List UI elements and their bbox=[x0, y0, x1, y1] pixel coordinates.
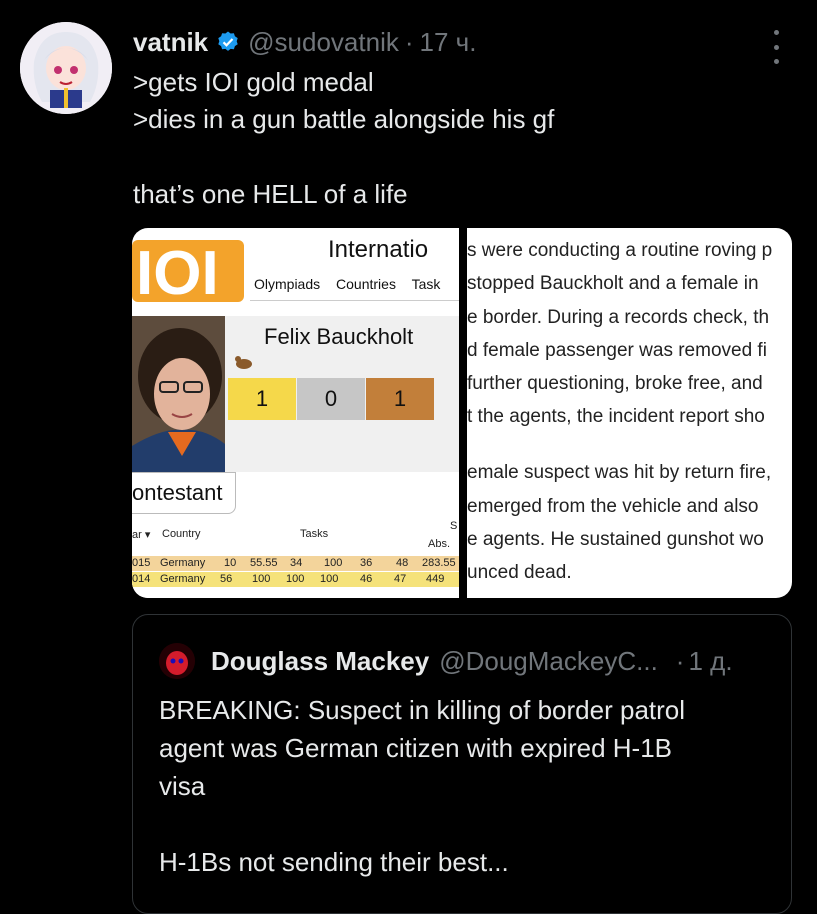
quote-line: H-1Bs not sending their best... bbox=[159, 847, 509, 877]
cell-task: 46 bbox=[360, 573, 373, 585]
quoted-author-handle[interactable]: @DougMackeyC... bbox=[439, 646, 658, 677]
col-tasks: Tasks bbox=[300, 528, 329, 540]
tweet-line: that’s one HELL of a life bbox=[133, 179, 408, 209]
site-title: Internatio bbox=[328, 236, 429, 263]
separator-dot: · bbox=[404, 26, 414, 57]
quoted-timestamp[interactable]: 1 д. bbox=[688, 646, 732, 677]
cell-task: 48 bbox=[396, 557, 409, 569]
cell-task: 100 bbox=[252, 573, 271, 585]
cell-task: 56 bbox=[220, 573, 233, 585]
tweet-header: vatnik @sudovatnik · 17 ч. bbox=[133, 26, 476, 58]
cell-country: Germany bbox=[160, 573, 206, 585]
tweet-line: >dies in a gun battle alongside his gf bbox=[133, 104, 555, 134]
quoted-tweet-header: Douglass Mackey @DougMackeyC... · 1 д. bbox=[211, 643, 733, 679]
quote-line: BREAKING: Suspect in killing of border p… bbox=[159, 695, 686, 725]
gold-medal-count: 1 bbox=[228, 378, 296, 420]
table-row: 014 Germany 56 100 100 100 46 47 449 bbox=[132, 572, 459, 587]
nav-olympiads: Olympiads bbox=[254, 276, 321, 292]
site-nav: Olympiads Countries Task bbox=[254, 276, 452, 292]
quote-line-blank bbox=[159, 805, 779, 843]
nav-countries: Countries bbox=[336, 276, 396, 292]
tweet-timestamp[interactable]: 17 ч. bbox=[420, 27, 477, 58]
report-line: t the agents, the incident report sho bbox=[467, 406, 765, 427]
author-avatar[interactable] bbox=[20, 22, 112, 114]
table-row: 015 Germany 10 55.55 34 100 36 48 283.55 bbox=[132, 556, 459, 571]
silver-medal-count: 0 bbox=[297, 378, 365, 420]
report-line: s were conducting a routine roving p bbox=[467, 240, 773, 261]
cell-abs: 449 bbox=[426, 573, 445, 585]
separator-dot: · bbox=[675, 645, 685, 676]
col-country: Country bbox=[162, 528, 201, 540]
author-handle[interactable]: @sudovatnik bbox=[248, 27, 399, 58]
tweet-media[interactable]: IOI Internatio Olympiads Countries Task … bbox=[132, 228, 792, 598]
report-line: e agents. He sustained gunshot wo bbox=[467, 529, 764, 550]
cell-year: 014 bbox=[132, 573, 151, 585]
report-line: d female passenger was removed fi bbox=[467, 340, 767, 361]
ioi-logo-text: IOI bbox=[136, 239, 219, 308]
cell-task: 55.55 bbox=[250, 557, 278, 569]
report-line: unced dead. bbox=[467, 562, 572, 583]
cell-task: 100 bbox=[320, 573, 339, 585]
col-abs: Abs. bbox=[428, 538, 451, 550]
verified-badge-icon bbox=[216, 30, 240, 54]
contestant-name: Felix Bauckholt bbox=[264, 324, 414, 349]
report-line: e border. During a records check, th bbox=[467, 307, 770, 328]
tweet-text: >gets IOI gold medal >dies in a gun batt… bbox=[133, 64, 773, 213]
contestant-label: ontestant bbox=[132, 480, 232, 510]
col-score: S bbox=[450, 520, 458, 532]
bronze-medal-count: 1 bbox=[366, 378, 434, 420]
quoted-author-avatar[interactable] bbox=[159, 643, 195, 679]
col-year: ar ▾ bbox=[132, 529, 151, 541]
cell-task: 100 bbox=[324, 557, 343, 569]
quoted-author-name[interactable]: Douglass Mackey bbox=[211, 646, 429, 677]
quoted-tweet[interactable]: Douglass Mackey @DougMackeyC... · 1 д. B… bbox=[132, 614, 792, 914]
cell-task: 47 bbox=[394, 573, 407, 585]
report-line: emale suspect was hit by return fire, bbox=[467, 462, 772, 483]
ioi-logo: IOI bbox=[132, 239, 244, 308]
incident-report-image[interactable]: s were conducting a routine roving p sto… bbox=[467, 228, 792, 598]
cell-abs: 283.55 bbox=[422, 557, 456, 569]
author-name[interactable]: vatnik bbox=[133, 27, 208, 58]
cell-task: 100 bbox=[286, 573, 305, 585]
quote-line: visa bbox=[159, 771, 206, 801]
report-line: emerged from the vehicle and also bbox=[467, 496, 759, 517]
nav-tasks: Task bbox=[411, 276, 441, 292]
cell-year: 015 bbox=[132, 557, 151, 569]
quoted-tweet-text: BREAKING: Suspect in killing of border p… bbox=[159, 691, 779, 881]
contestant-photo bbox=[132, 316, 225, 472]
report-line: further questioning, broke free, and bbox=[467, 373, 763, 394]
more-options-icon[interactable] bbox=[766, 30, 786, 64]
tweet-line: >gets IOI gold medal bbox=[133, 67, 374, 97]
report-line: stopped Bauckholt and a female in bbox=[467, 273, 759, 294]
cell-task: 10 bbox=[224, 557, 237, 569]
nav-divider bbox=[250, 300, 459, 301]
bear-icon bbox=[235, 356, 252, 369]
cell-country: Germany bbox=[160, 557, 206, 569]
cell-task: 34 bbox=[290, 557, 303, 569]
ioi-screenshot-image[interactable]: IOI Internatio Olympiads Countries Task … bbox=[132, 228, 459, 598]
quote-line: agent was German citizen with expired H-… bbox=[159, 733, 673, 763]
cell-task: 36 bbox=[360, 557, 373, 569]
